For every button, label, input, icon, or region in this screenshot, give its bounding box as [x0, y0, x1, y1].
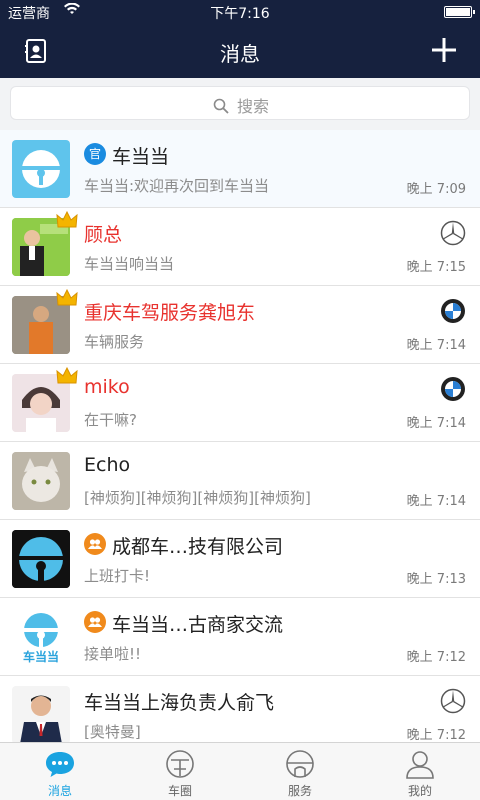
circle-icon	[164, 749, 196, 779]
battery-icon	[444, 6, 475, 18]
tab-messages[interactable]: 消息	[0, 743, 120, 800]
conversation-row[interactable]: miko 在干嘛? 晚上 7:14	[0, 364, 480, 442]
tab-service[interactable]: 服务	[240, 743, 360, 800]
tab-label: 消息	[47, 784, 72, 798]
avatar	[12, 686, 70, 744]
conversation-preview: [奥特曼]	[84, 723, 141, 741]
person-icon	[404, 749, 436, 779]
tab-label: 我的	[407, 784, 432, 798]
search-icon	[213, 98, 229, 118]
search-input[interactable]: 搜索	[10, 86, 470, 120]
conversation-time: 晚上 7:09	[406, 182, 466, 197]
conversation-time: 晚上 7:15	[406, 260, 466, 275]
conversation-row[interactable]: 成都车…技有限公司 上班打卡! 晚上 7:13	[0, 520, 480, 598]
status-time: 下午7:16	[210, 6, 270, 22]
crown-icon	[56, 210, 78, 229]
conversation-time: 晚上 7:12	[406, 650, 466, 665]
conversation-name: 车当当上海负责人俞飞	[84, 692, 275, 714]
conversation-name: miko	[84, 376, 130, 398]
avatar	[12, 530, 70, 588]
conversation-name: 成都车…技有限公司	[112, 536, 284, 558]
mercedes-icon	[440, 688, 466, 714]
add-icon[interactable]	[428, 34, 460, 66]
conversation-time: 晚上 7:13	[406, 572, 466, 587]
page-title: 消息	[220, 42, 260, 66]
status-bar: 运营商 下午7:16	[0, 0, 480, 24]
conversation-name: Echo	[84, 454, 131, 476]
conversation-preview: 车当当:欢迎再次回到车当当	[84, 177, 270, 195]
crown-icon	[56, 366, 78, 385]
conversation-time: 晚上 7:14	[406, 416, 466, 431]
search-placeholder: 搜索	[236, 97, 269, 116]
conversation-row[interactable]: 顾总 车当当响当当 晚上 7:15	[0, 208, 480, 286]
conversation-row[interactable]: 官 车当当 车当当:欢迎再次回到车当当 晚上 7:09	[0, 130, 480, 208]
bmw-icon	[440, 298, 466, 324]
avatar	[12, 452, 70, 510]
tab-bar: 消息 车圈 服务 我的	[0, 742, 480, 800]
official-badge: 官	[84, 143, 106, 165]
conversation-row[interactable]: 车当当 车当当…古商家交流 接单啦!! 晚上 7:12	[0, 598, 480, 676]
nav-bar: 消息	[0, 24, 480, 78]
conversation-preview: [神烦狗][神烦狗][神烦狗][神烦狗]	[84, 489, 311, 507]
tab-label: 服务	[287, 784, 312, 798]
conversation-name: 车当当	[112, 146, 170, 168]
conversation-preview: 接单啦!!	[84, 645, 142, 663]
bmw-icon	[440, 376, 466, 402]
tab-car-circle[interactable]: 车圈	[120, 743, 240, 800]
conversation-name: 重庆车驾服务龚旭东	[84, 302, 256, 324]
conversation-list: 官 车当当 车当当:欢迎再次回到车当当 晚上 7:09 顾总 车当当响当当 晚上…	[0, 130, 480, 754]
conversation-preview: 上班打卡!	[84, 567, 151, 585]
conversation-row[interactable]: 重庆车驾服务龚旭东 车辆服务 晚上 7:14	[0, 286, 480, 364]
conversation-preview: 在干嘛?	[84, 411, 137, 429]
avatar: 车当当	[12, 608, 70, 666]
conversation-row[interactable]: Echo [神烦狗][神烦狗][神烦狗][神烦狗] 晚上 7:14	[0, 442, 480, 520]
search-container: 搜索	[0, 78, 480, 130]
crown-icon	[56, 288, 78, 307]
conversation-time: 晚上 7:14	[406, 494, 466, 509]
conversation-time: 晚上 7:12	[406, 728, 466, 743]
avatar-logo-text: 车当当	[22, 650, 59, 664]
conversation-name: 顾总	[84, 224, 123, 246]
conversation-preview: 车当当响当当	[84, 255, 175, 273]
tab-me[interactable]: 我的	[360, 743, 480, 800]
conversation-time: 晚上 7:14	[406, 338, 466, 353]
conversation-preview: 车辆服务	[84, 333, 145, 351]
group-icon	[84, 611, 106, 633]
group-icon	[84, 533, 106, 555]
conversation-name: 车当当…古商家交流	[112, 614, 284, 636]
chat-bubble-icon	[44, 749, 76, 779]
avatar	[12, 140, 70, 198]
service-icon	[284, 749, 316, 779]
mercedes-icon	[440, 220, 466, 246]
tab-label: 车圈	[167, 784, 192, 798]
